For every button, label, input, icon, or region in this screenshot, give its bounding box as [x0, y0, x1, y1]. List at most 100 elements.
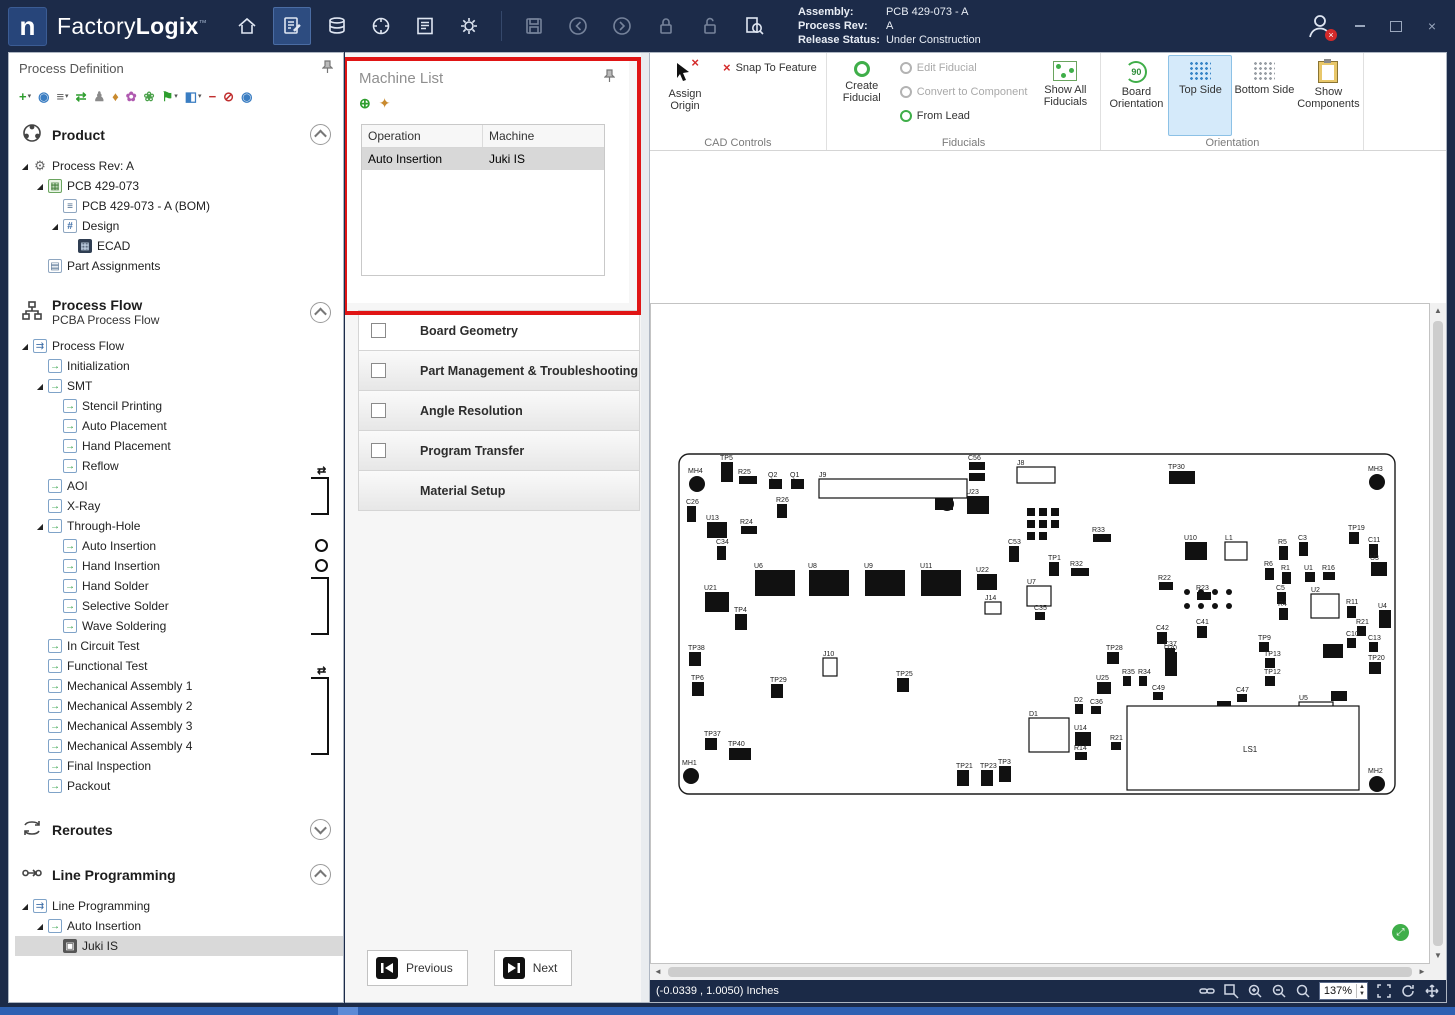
tree-item-functional-test[interactable]: Functional Test	[15, 656, 343, 676]
section-reroutes[interactable]: Reroutes	[9, 808, 343, 849]
bottom-side-button[interactable]: Bottom Side	[1232, 55, 1296, 136]
forward-button[interactable]	[604, 8, 640, 44]
tree-item-line-programming[interactable]: ◢Line Programming	[15, 896, 343, 916]
link-icon[interactable]: ◉	[38, 90, 49, 103]
scroll-thumb[interactable]	[1433, 321, 1443, 946]
checkbox[interactable]	[371, 363, 386, 378]
print-icon[interactable]: ≡▾	[56, 90, 68, 103]
tree-item-design[interactable]: ◢Design	[15, 216, 343, 236]
scroll-right-arrow[interactable]: ►	[1414, 964, 1430, 980]
dropdown-arrow-icon[interactable]: ▾	[65, 93, 69, 100]
navigator-button[interactable]	[363, 8, 399, 44]
column-machine[interactable]: Machine	[483, 125, 604, 147]
pin-icon[interactable]	[322, 60, 333, 77]
tree-item-mechanical-assembly-2[interactable]: Mechanical Assembly 2	[15, 696, 343, 716]
section-product[interactable]: Product	[9, 113, 343, 154]
previous-button[interactable]: Previous	[367, 950, 468, 986]
tree-item-mechanical-assembly-1[interactable]: Mechanical Assembly 1	[15, 676, 343, 696]
column-operation[interactable]: Operation	[362, 125, 483, 147]
panel-splitter[interactable]	[641, 52, 649, 1003]
zoom-value[interactable]: 137%	[1320, 985, 1356, 997]
tree-expander-icon[interactable]: ◢	[34, 922, 46, 931]
materials-button[interactable]	[319, 8, 355, 44]
top-side-button[interactable]: Top Side	[1168, 55, 1232, 136]
tree-item-hand-insertion[interactable]: Hand Insertion	[15, 556, 343, 576]
fit-view-icon[interactable]	[1376, 983, 1392, 999]
convert-to-component-button[interactable]: Convert to Component	[894, 81, 1034, 102]
tree-item-reflow[interactable]: Reflow	[15, 456, 343, 476]
checkbox[interactable]	[371, 403, 386, 418]
tree-item-juki-is[interactable]: Juki IS	[15, 936, 343, 956]
dropdown-arrow-icon[interactable]: ▾	[174, 93, 178, 100]
dropdown-arrow-icon[interactable]: ▾	[28, 93, 32, 100]
minimize-button[interactable]	[1347, 15, 1373, 37]
tree-expander-icon[interactable]: ◢	[34, 382, 46, 391]
show-all-fiducials-button[interactable]: Show All Fiducials	[1033, 55, 1097, 136]
checkbox[interactable]	[371, 443, 386, 458]
save-button[interactable]	[516, 8, 552, 44]
step-angle-resolution[interactable]: Angle Resolution	[358, 390, 640, 431]
tree-item-auto-placement[interactable]: Auto Placement	[15, 416, 343, 436]
leaf-icon[interactable]: ❀	[144, 90, 155, 103]
snap-to-feature-button[interactable]: × Snap To Feature	[717, 57, 823, 78]
zoom-spinner[interactable]: 137% ▲▼	[1319, 982, 1368, 1000]
user-icon[interactable]: ×	[1303, 9, 1337, 43]
step-part-management-troubleshooting[interactable]: Part Management & Troubleshooting	[358, 350, 640, 391]
layers-icon[interactable]: ◧▾	[185, 90, 202, 103]
tree-item-initialization[interactable]: Initialization	[15, 356, 343, 376]
tree-item-selective-solder[interactable]: Selective Solder	[15, 596, 343, 616]
zoom-out-icon[interactable]	[1271, 983, 1287, 999]
vertical-scrollbar[interactable]: ▲ ▼	[1430, 303, 1446, 964]
flag-icon[interactable]: ⚑▾	[162, 90, 178, 103]
section-line-programming[interactable]: Line Programming	[9, 853, 343, 894]
tree-item-hand-solder[interactable]: Hand Solder	[15, 576, 343, 596]
collapse-product-button[interactable]	[310, 124, 331, 145]
tree-expander-icon[interactable]: ◢	[49, 222, 61, 231]
tree-item-pcb-429-073-a-bom[interactable]: PCB 429-073 - A (BOM)	[15, 196, 343, 216]
tree-item-pcb-429-073[interactable]: ◢PCB 429-073	[15, 176, 343, 196]
zoom-extents-button[interactable]: ⤢	[1392, 924, 1409, 941]
tree-item-process-flow[interactable]: ◢Process Flow	[15, 336, 343, 356]
user-icon[interactable]: ♟	[93, 90, 105, 103]
tree-item-part-assignments[interactable]: Part Assignments	[15, 256, 343, 276]
dropdown-arrow-icon[interactable]: ▾	[198, 93, 202, 100]
scroll-thumb[interactable]	[668, 967, 1412, 977]
zoom-in-icon[interactable]	[1247, 983, 1263, 999]
pin-icon[interactable]	[604, 69, 615, 87]
add-icon[interactable]: +▾	[19, 90, 31, 103]
tree-item-smt[interactable]: ◢SMT	[15, 376, 343, 396]
tree-item-wave-soldering[interactable]: Wave Soldering	[15, 616, 343, 636]
step-material-setup[interactable]: Material Setup	[358, 470, 640, 511]
collapse-line-programming-button[interactable]	[310, 864, 331, 885]
tree-item-in-circuit-test[interactable]: In Circuit Test	[15, 636, 343, 656]
tree-item-hand-placement[interactable]: Hand Placement	[15, 436, 343, 456]
reports-button[interactable]	[407, 8, 443, 44]
pan-icon[interactable]	[1424, 983, 1440, 999]
key-icon[interactable]: ♦	[112, 90, 119, 103]
tree-item-aoi[interactable]: AOI	[15, 476, 343, 496]
home-button[interactable]	[229, 8, 265, 44]
scroll-down-arrow[interactable]: ▼	[1430, 948, 1446, 964]
tree-item-x-ray[interactable]: X-Ray	[15, 496, 343, 516]
machine-row[interactable]: Auto InsertionJuki IS	[362, 148, 604, 170]
tree-expander-icon[interactable]: ◢	[19, 342, 31, 351]
tree-item-auto-insertion[interactable]: Auto Insertion	[15, 536, 343, 556]
assign-origin-button[interactable]: × Assign Origin	[653, 55, 717, 136]
horizontal-scrollbar[interactable]: ◄ ►	[650, 964, 1430, 980]
tree-item-stencil-printing[interactable]: Stencil Printing	[15, 396, 343, 416]
info-icon[interactable]: ◉	[241, 90, 252, 103]
tree-item-ecad[interactable]: ECAD	[15, 236, 343, 256]
block-icon[interactable]: ⊘	[223, 90, 234, 103]
rotate-view-icon[interactable]	[1400, 983, 1416, 999]
zoom-spin-arrows[interactable]: ▲▼	[1356, 984, 1367, 998]
pcb-canvas[interactable]: MH4TP5R25Q2Q1J9C56J8TP30MH3C26R26R24U13C…	[650, 303, 1430, 964]
unlock-button[interactable]	[692, 8, 728, 44]
from-lead-button[interactable]: From Lead	[894, 105, 1034, 126]
settings-gear-button[interactable]	[451, 8, 487, 44]
tree-item-packout[interactable]: Packout	[15, 776, 343, 796]
tree-expander-icon[interactable]: ◢	[34, 182, 46, 191]
add-machine-button[interactable]: ⊕	[359, 95, 371, 112]
effects-icon[interactable]: ✿	[126, 90, 137, 103]
tree-item-process-rev-a[interactable]: ◢Process Rev: A	[15, 156, 343, 176]
create-fiducial-button[interactable]: Create Fiducial	[830, 55, 894, 136]
